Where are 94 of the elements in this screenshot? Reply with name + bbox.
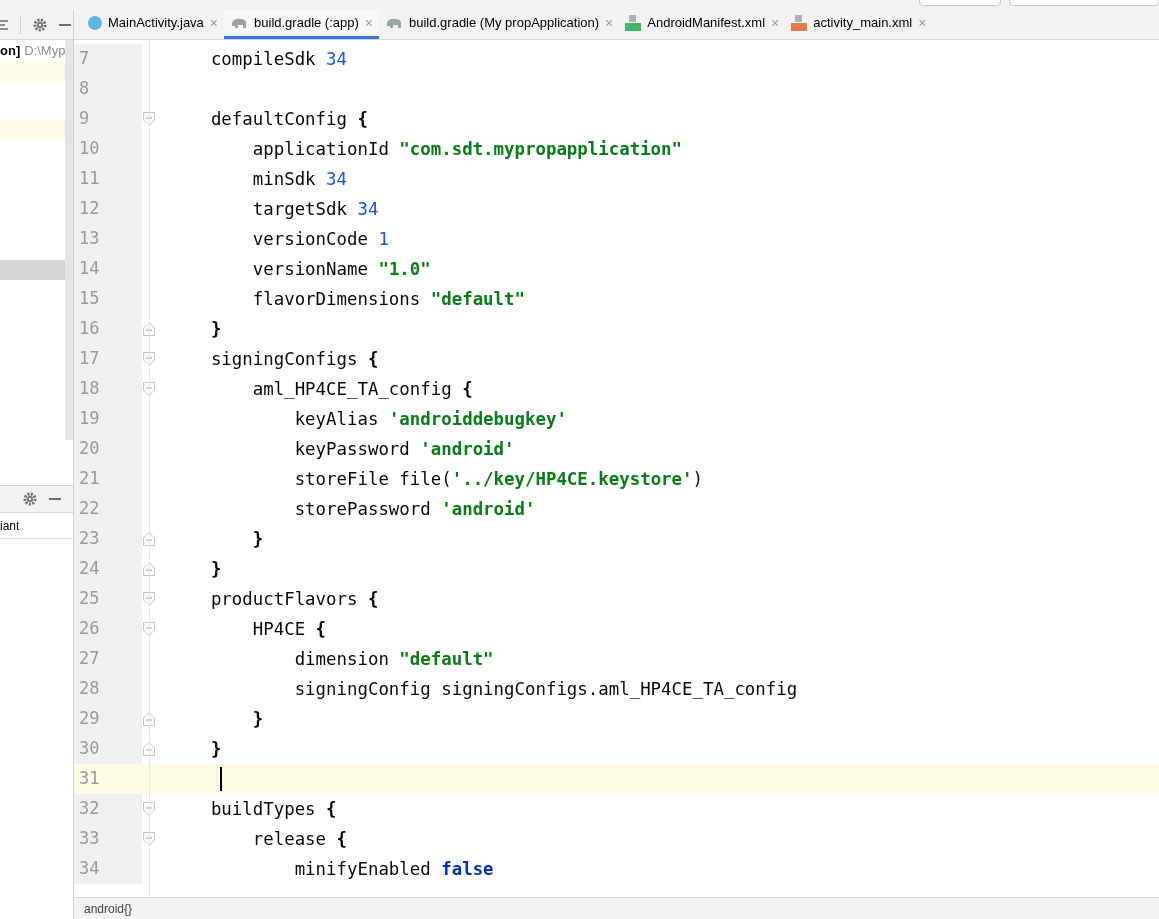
minimize-icon[interactable] (59, 23, 71, 26)
tab-label: build.gradle (My propApplication) (409, 14, 600, 33)
code-line: applicationId "com.sdt.mypropapplication" (251, 137, 683, 161)
settings-icon[interactable] (33, 17, 47, 32)
line-number: 32 (78, 797, 100, 821)
line-number: 16 (78, 317, 100, 341)
fold-marker-icon[interactable] (142, 742, 155, 756)
editor-tab[interactable]: activity_main.xml × (785, 10, 933, 39)
tree-row[interactable] (0, 62, 66, 82)
class-icon (88, 16, 102, 30)
fold-marker-icon[interactable] (142, 352, 155, 366)
code-line: buildTypes { (209, 797, 337, 821)
line-number: 8 (78, 77, 90, 101)
line-number: 17 (78, 347, 100, 371)
line-number: 31 (78, 767, 100, 791)
code-line: dimension "default" (293, 647, 494, 671)
line-number: 18 (78, 377, 100, 401)
elephant-icon (385, 17, 403, 29)
fold-marker-icon[interactable] (142, 832, 155, 846)
xml-file-icon (791, 15, 808, 31)
code-line: storeFile file('../key/HP4CE.keystore') (293, 467, 703, 491)
fold-marker-icon[interactable] (142, 802, 155, 816)
scrollbar[interactable] (65, 40, 73, 440)
line-number: 12 (78, 197, 100, 221)
code-line: signingConfig signingConfigs.aml_HP4CE_TA_config (293, 677, 798, 701)
line-number: 25 (78, 587, 100, 611)
line-number: 30 (78, 737, 100, 761)
tab-label: AndroidManifest.xml (647, 14, 766, 33)
line-number: 9 (78, 107, 90, 131)
fold-marker-icon[interactable] (142, 322, 155, 336)
code-line: } (209, 317, 222, 341)
elephant-icon (230, 17, 249, 29)
project-path: D:\Myp (24, 42, 66, 61)
line-number: 33 (78, 827, 100, 851)
code-line: compileSdk 34 (209, 47, 347, 71)
code-line: } (251, 707, 264, 731)
breadcrumb[interactable]: android{} (84, 899, 133, 918)
code-line: aml_HP4CE_TA_config { (251, 377, 473, 401)
code-line: versionName "1.0" (251, 257, 431, 281)
line-number: 34 (78, 857, 100, 881)
manifest-file-icon (625, 15, 642, 31)
line-number: 28 (78, 677, 100, 701)
line-number: 22 (78, 497, 100, 521)
code-line: flavorDimensions "default" (251, 287, 525, 311)
line-number: 19 (78, 407, 100, 431)
line-number: 26 (78, 617, 100, 641)
tab-label: activity_main.xml (813, 14, 913, 33)
editor-tab[interactable]: build.gradle (:app) × (224, 10, 379, 39)
code-line: minifyEnabled false (293, 857, 494, 881)
code-line: release { (251, 827, 347, 851)
code-line: } (209, 557, 222, 581)
fold-marker-icon[interactable] (142, 562, 155, 576)
code-line: keyAlias 'androiddebugkey' (293, 407, 567, 431)
fold-marker-icon[interactable] (142, 382, 155, 396)
tab-label: build.gradle (:app) (254, 14, 359, 33)
project-name: on] (0, 42, 21, 61)
tree-row[interactable] (0, 260, 66, 280)
line-number: 13 (78, 227, 100, 251)
fold-marker-icon[interactable] (142, 532, 155, 546)
line-number: 15 (78, 287, 100, 311)
code-line: defaultConfig { (209, 107, 368, 131)
text-cursor (220, 767, 222, 791)
line-number: 10 (78, 137, 100, 161)
code-line: } (209, 737, 222, 761)
line-number: 14 (78, 257, 100, 281)
fold-marker-icon[interactable] (142, 622, 155, 636)
tree-row[interactable] (0, 120, 66, 140)
editor-tab[interactable]: MainActivity.java × (82, 10, 225, 39)
line-number: 7 (78, 47, 90, 71)
code-line: targetSdk 34 (251, 197, 379, 221)
code-line: keyPassword 'android' (293, 437, 515, 461)
column-header: iant (0, 517, 20, 535)
settings-icon[interactable] (23, 492, 37, 506)
code-line: versionCode 1 (251, 227, 389, 251)
collapse-icon[interactable] (0, 18, 8, 31)
tab-label: MainActivity.java (108, 14, 204, 33)
line-number: 23 (78, 527, 100, 551)
fold-marker-icon[interactable] (142, 592, 155, 606)
editor-tab[interactable]: AndroidManifest.xml × (619, 10, 786, 39)
code-line: minSdk 34 (251, 167, 347, 191)
line-number: 29 (78, 707, 100, 731)
code-line: } (251, 527, 264, 551)
line-number: 21 (78, 467, 100, 491)
line-number: 27 (78, 647, 100, 671)
editor-tab[interactable]: build.gradle (My propApplication) × (379, 10, 620, 39)
line-number: 20 (78, 437, 100, 461)
code-line: HP4CE { (251, 617, 327, 641)
fold-marker-icon[interactable] (142, 712, 155, 726)
fold-marker-icon[interactable] (142, 112, 155, 126)
code-line: storePassword 'android' (293, 497, 536, 521)
code-line: signingConfigs { (209, 347, 379, 371)
line-number: 24 (78, 557, 100, 581)
code-line: productFlavors { (209, 587, 379, 611)
line-number: 11 (78, 167, 100, 191)
